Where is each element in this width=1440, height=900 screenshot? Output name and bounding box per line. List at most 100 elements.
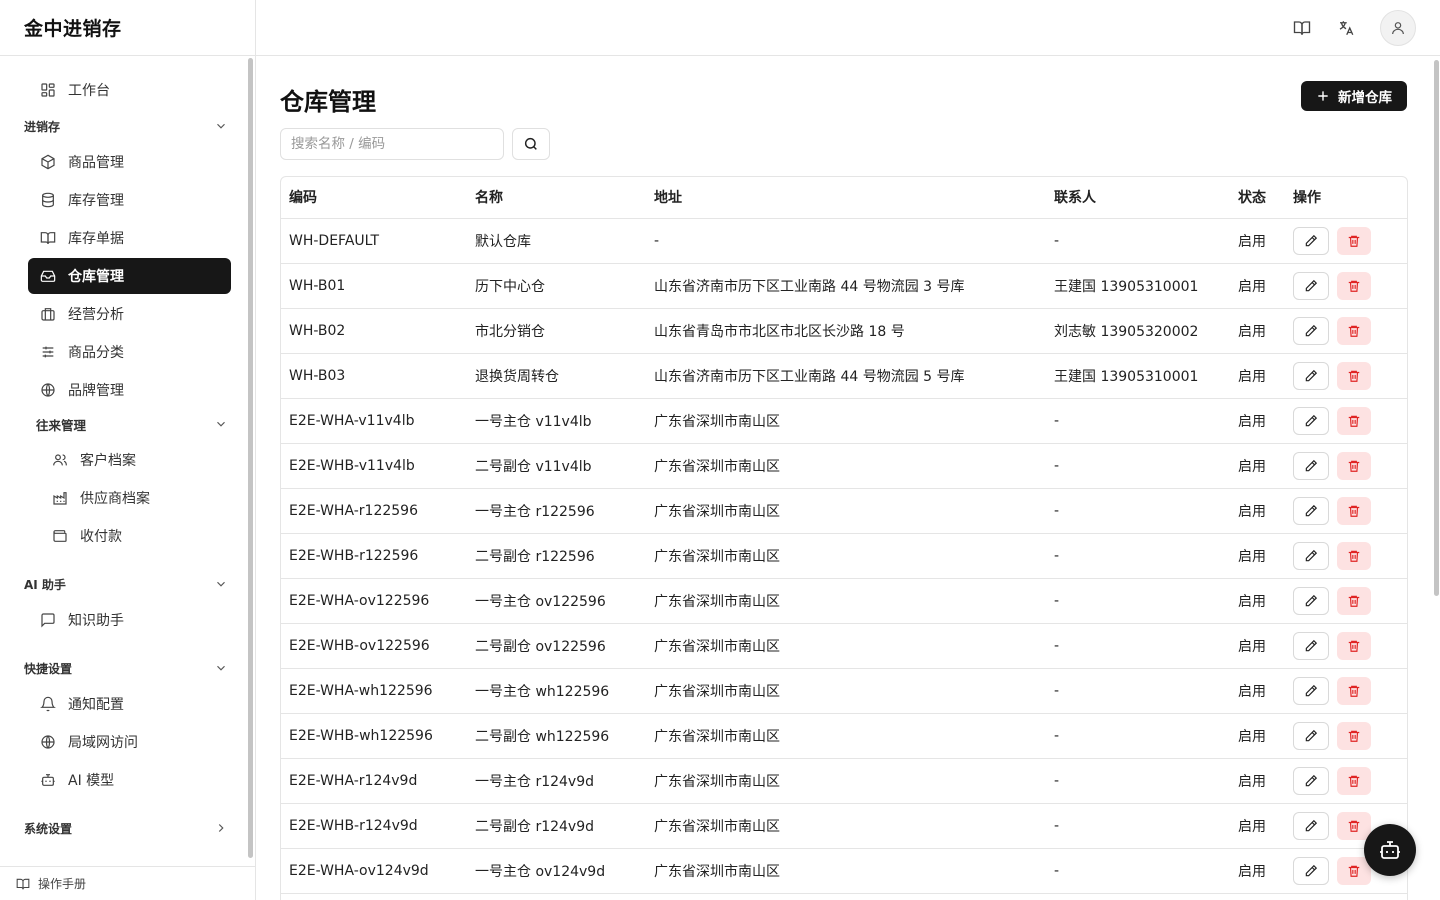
globe-icon xyxy=(41,383,55,397)
cell-name: 市北分销仓 xyxy=(467,308,646,354)
main-scrollbar[interactable] xyxy=(1434,60,1439,596)
table-row: E2E-WHA-r124v9d 一号主仓 r124v9d 广东省深圳市南山区 - 启用 xyxy=(281,758,1407,804)
group-system-settings[interactable]: 系统设置 xyxy=(24,816,228,840)
pencil-icon xyxy=(1305,729,1318,741)
cell-status: 启用 xyxy=(1230,308,1285,354)
sidebar-item-warehouse[interactable]: 仓库管理 xyxy=(28,258,231,294)
trash-icon xyxy=(1348,235,1360,247)
cell-status: 启用 xyxy=(1230,263,1285,309)
edit-button[interactable] xyxy=(1293,316,1329,345)
cell-address: 广东省深圳市南山区 xyxy=(646,533,1046,579)
search-input[interactable] xyxy=(280,128,504,160)
sidebar-item-analytics[interactable]: 经营分析 xyxy=(28,296,231,332)
edit-button[interactable] xyxy=(1293,271,1329,300)
edit-button[interactable] xyxy=(1293,451,1329,480)
ai-assistant-button[interactable] xyxy=(1364,824,1416,876)
delete-button[interactable] xyxy=(1337,496,1371,525)
edit-button[interactable] xyxy=(1293,811,1329,840)
delete-button[interactable] xyxy=(1337,676,1371,705)
group-label: AI 助手 xyxy=(24,577,66,592)
group-label: 系统设置 xyxy=(24,821,73,836)
edit-button[interactable] xyxy=(1293,586,1329,615)
chevron-down-icon xyxy=(217,581,225,587)
cell-name: 二号副仓 ov122596 xyxy=(467,623,646,669)
trash-icon xyxy=(1348,820,1360,832)
delete-button[interactable] xyxy=(1337,631,1371,660)
sidebar: 金中进销存 工作台 进销存 商品管理 库存管理 库存单据 仓库管理 经营分析 商… xyxy=(0,0,256,900)
add-warehouse-button[interactable]: 新增仓库 xyxy=(1301,81,1407,111)
delete-button[interactable] xyxy=(1337,406,1371,435)
sidebar-item-workbench[interactable]: 工作台 xyxy=(28,72,231,108)
edit-button[interactable] xyxy=(1293,496,1329,525)
sidebar-item-brand[interactable]: 品牌管理 xyxy=(28,372,231,408)
cell-ops xyxy=(1285,443,1407,489)
delete-button[interactable] xyxy=(1337,271,1371,300)
edit-button[interactable] xyxy=(1293,226,1329,255)
sidebar-item-lan[interactable]: 局域网访问 xyxy=(28,724,231,760)
edit-button[interactable] xyxy=(1293,541,1329,570)
bell-icon xyxy=(40,696,56,712)
table-row: WH-B03 退换货周转仓 山东省济南市历下区工业南路 44 号物流园 5 号库 王建… xyxy=(281,353,1407,399)
edit-button[interactable] xyxy=(1293,631,1329,660)
row-actions xyxy=(1293,316,1407,345)
edit-button[interactable] xyxy=(1293,856,1329,885)
search-button[interactable] xyxy=(512,128,550,160)
cell-ops xyxy=(1285,398,1407,444)
pencil-icon xyxy=(1305,414,1318,426)
table-row: WH-B02 市北分销仓 山东省青岛市市北区市北区长沙路 18 号刘志敏 13905… xyxy=(281,308,1407,354)
delete-button[interactable] xyxy=(1337,811,1371,840)
wallet-icon xyxy=(53,530,67,542)
trash-icon xyxy=(1348,460,1360,472)
cell-code: E2E-WHA-ov124v9d xyxy=(281,848,467,894)
delete-button[interactable] xyxy=(1337,766,1371,795)
delete-button[interactable] xyxy=(1337,316,1371,345)
row-actions xyxy=(1293,721,1407,750)
trash-icon xyxy=(1348,865,1360,877)
edit-button[interactable] xyxy=(1293,361,1329,390)
delete-button[interactable] xyxy=(1337,721,1371,750)
edit-button[interactable] xyxy=(1293,766,1329,795)
cell-ops xyxy=(1285,353,1407,399)
table-body: WH-DEFAULT 默认仓库 - - 启用 WH-B01 历下中心仓 山东省济南市历下区工业… xyxy=(281,218,1407,894)
cell-contact: - xyxy=(1046,848,1230,894)
delete-button[interactable] xyxy=(1337,226,1371,255)
sidebar-item-ai-model[interactable]: AI 模型 xyxy=(28,762,231,798)
table-row: E2E-WHA-r122596 一号主仓 r122596 广东省深圳市南山区 - 启用 xyxy=(281,488,1407,534)
sidebar-item-payments[interactable]: 收付款 xyxy=(40,518,231,554)
manual-link[interactable]: 操作手册 xyxy=(0,866,255,900)
delete-button[interactable] xyxy=(1337,361,1371,390)
sidebar-item-suppliers[interactable]: 供应商档案 xyxy=(40,480,231,516)
group-ai[interactable]: AI 助手 xyxy=(24,572,228,596)
group-quick-settings[interactable]: 快捷设置 xyxy=(24,656,228,680)
edit-button[interactable] xyxy=(1293,721,1329,750)
delete-button[interactable] xyxy=(1337,451,1371,480)
book-open-icon xyxy=(40,232,56,245)
group-jxc[interactable]: 进销存 xyxy=(24,114,228,138)
sidebar-item-notify[interactable]: 通知配置 xyxy=(28,686,231,722)
users-icon xyxy=(53,454,67,466)
group-wanglai[interactable]: 往来管理 xyxy=(36,412,228,436)
sidebar-item-stock-docs[interactable]: 库存单据 xyxy=(28,220,231,256)
sidebar-scrollbar[interactable] xyxy=(248,58,253,858)
user-avatar-button[interactable] xyxy=(1380,10,1416,46)
delete-button[interactable] xyxy=(1337,541,1371,570)
cell-ops xyxy=(1285,533,1407,579)
sidebar-item-inventory[interactable]: 库存管理 xyxy=(28,182,231,218)
docs-button[interactable] xyxy=(1284,10,1320,46)
language-button[interactable] xyxy=(1328,10,1364,46)
cell-ops xyxy=(1285,488,1407,534)
sidebar-item-label: 经营分析 xyxy=(68,307,124,323)
table-row: WH-DEFAULT 默认仓库 - - 启用 xyxy=(281,218,1407,264)
sidebar-item-knowledge[interactable]: 知识助手 xyxy=(28,602,231,638)
edit-button[interactable] xyxy=(1293,676,1329,705)
cell-name: 一号主仓 r122596 xyxy=(467,488,646,534)
cell-ops xyxy=(1285,218,1407,264)
sidebar-item-products[interactable]: 商品管理 xyxy=(28,144,231,180)
pencil-icon xyxy=(1305,864,1318,876)
sidebar-item-category[interactable]: 商品分类 xyxy=(28,334,231,370)
delete-button[interactable] xyxy=(1337,586,1371,615)
cell-address: - xyxy=(646,218,1046,264)
edit-button[interactable] xyxy=(1293,406,1329,435)
sidebar-item-customers[interactable]: 客户档案 xyxy=(40,442,231,478)
pencil-icon xyxy=(1305,504,1318,516)
